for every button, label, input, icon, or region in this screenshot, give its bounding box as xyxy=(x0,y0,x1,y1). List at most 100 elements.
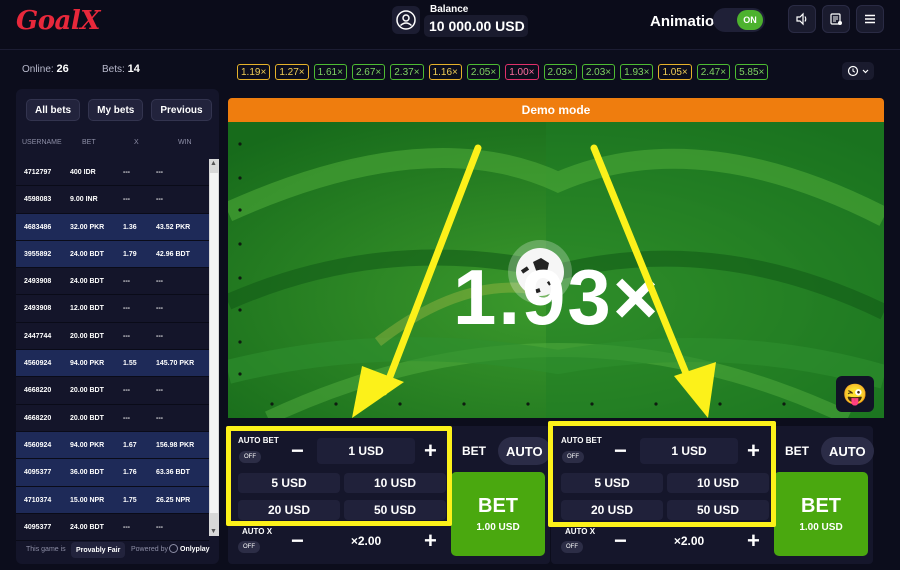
goalx-logo[interactable]: GoalX xyxy=(16,6,100,36)
footer-prefix: This game is xyxy=(26,546,66,553)
mode-bet-tab[interactable]: BET xyxy=(462,444,486,458)
cell-username: 4095377 xyxy=(24,469,52,477)
provably-fair-button[interactable]: Provably Fair xyxy=(71,542,126,558)
scroll-down-icon[interactable]: ▼ xyxy=(210,528,217,535)
history-multiplier-chip: 1.16× xyxy=(428,64,462,80)
demo-mode-banner: Demo mode xyxy=(228,98,884,122)
table-row: 4712797 400 IDR --- --- xyxy=(16,159,209,187)
cell-win: --- xyxy=(156,169,163,176)
bets-table-body: 4712797 400 IDR --- --- 4598083 9.00 INR --- --… xyxy=(16,159,209,542)
auto-x-decrease-button[interactable]: − xyxy=(291,528,304,554)
tab-previous[interactable]: Previous xyxy=(151,99,212,121)
cell-x: --- xyxy=(123,332,130,340)
mode-bet-tab[interactable]: BET xyxy=(785,444,809,458)
online-count: Online: 26 xyxy=(22,63,69,75)
auto-x-label: AUTO X xyxy=(242,527,273,536)
cell-win: 145.70 PKR xyxy=(156,360,195,368)
tab-all-bets[interactable]: All bets xyxy=(26,99,81,121)
cell-username: 4668220 xyxy=(24,414,52,422)
table-row: 4598083 9.00 INR --- --- xyxy=(16,186,209,214)
table-row: 2493908 24.00 BDT --- --- xyxy=(16,268,209,296)
auto-x-decrease-button[interactable]: − xyxy=(614,528,627,554)
panel-footer: This game is Provably Fair Powered by On… xyxy=(16,542,219,564)
cell-x: --- xyxy=(123,387,130,395)
auto-x-increase-button[interactable]: + xyxy=(747,528,760,554)
history-multiplier-chip: 2.67× xyxy=(351,64,386,80)
table-row: 4095377 24.00 BDT --- --- xyxy=(16,514,209,542)
tongue-face-icon: 😜 xyxy=(842,383,868,406)
cell-username: 4710374 xyxy=(24,496,52,504)
bets-scrollbar[interactable]: ▲ ▼ xyxy=(209,159,219,536)
user-avatar-icon[interactable] xyxy=(392,6,420,34)
cell-x: --- xyxy=(123,278,130,286)
mode-auto-tab[interactable]: AUTO xyxy=(821,437,874,465)
history-multiplier-chip: 2.47× xyxy=(696,64,731,80)
table-row: 3955892 24.00 BDT 1.79 42.96 BDT xyxy=(16,240,209,269)
history-multiplier-chip: 2.03× xyxy=(581,64,616,80)
column-bet: BET xyxy=(82,139,96,146)
rules-icon[interactable] xyxy=(822,5,850,33)
cell-username: 2493908 xyxy=(24,278,52,286)
cell-bet: 20.00 BDT xyxy=(70,332,104,340)
cell-username: 4560924 xyxy=(24,360,52,368)
cell-x: --- xyxy=(123,305,130,313)
mode-auto-tab[interactable]: AUTO xyxy=(498,437,551,465)
cell-bet: 32.00 PKR xyxy=(70,223,105,231)
bets-count: Bets: 14 xyxy=(102,63,140,75)
cell-bet: 9.00 INR xyxy=(70,196,98,204)
auto-x-increase-button[interactable]: + xyxy=(424,528,437,554)
cell-win: --- xyxy=(156,414,163,422)
scroll-up-icon[interactable]: ▲ xyxy=(210,160,217,167)
cell-win: 156.98 PKR xyxy=(156,441,195,449)
multiplier-history: 1.19× 1.27× 1.61× 2.67× 2.37× 1.16× 2.05× 1.00×… xyxy=(237,64,769,80)
cell-bet: 20.00 BDT xyxy=(70,414,104,422)
animation-toggle-state: ON xyxy=(737,10,763,30)
highlight-box-left xyxy=(226,426,452,526)
history-multiplier-chip: 1.61× xyxy=(313,64,347,80)
place-bet-button[interactable]: BET 1.00 USD xyxy=(774,472,868,556)
emoji-reaction-button[interactable]: 😜 xyxy=(836,376,874,412)
cell-x: --- xyxy=(123,414,130,422)
history-multiplier-chip: 2.05× xyxy=(466,64,501,80)
sound-icon[interactable] xyxy=(788,5,816,33)
cell-bet: 36.00 BDT xyxy=(70,469,104,477)
cell-win: --- xyxy=(156,387,163,395)
table-row: 4683486 32.00 PKR 1.36 43.52 PKR xyxy=(16,213,209,241)
footer-powered: Powered by xyxy=(131,546,168,553)
auto-x-value[interactable]: ×2.00 xyxy=(640,528,738,554)
animation-toggle[interactable]: ON xyxy=(713,8,765,32)
auto-x-toggle[interactable]: OFF xyxy=(238,541,260,553)
onlyplay-logo-icon xyxy=(169,544,178,553)
history-multiplier-chip: 2.37× xyxy=(390,64,424,80)
cell-x: 1.36 xyxy=(123,223,137,231)
online-value: 26 xyxy=(56,63,69,75)
cell-username: 4683486 xyxy=(24,223,52,231)
place-bet-button[interactable]: BET 1.00 USD xyxy=(451,472,545,556)
bets-tabs: All bets My bets Previous xyxy=(26,99,212,121)
history-toggle-button[interactable] xyxy=(842,62,874,80)
cell-bet: 12.00 BDT xyxy=(70,305,104,313)
current-multiplier: 1.93× xyxy=(453,253,661,341)
cell-username: 4560924 xyxy=(24,441,52,449)
cell-win: --- xyxy=(156,305,163,313)
cell-x: 1.79 xyxy=(123,250,137,258)
online-label: Online: xyxy=(22,64,54,75)
balance-value: 10 000.00 USD xyxy=(424,15,528,37)
cell-username: 2493908 xyxy=(24,305,52,313)
cell-bet: 400 IDR xyxy=(70,169,96,176)
table-row: 2447744 20.00 BDT --- --- xyxy=(16,323,209,351)
table-row: 4560924 94.00 PKR 1.67 156.98 PKR xyxy=(16,431,209,460)
auto-x-toggle[interactable]: OFF xyxy=(561,541,583,553)
tab-my-bets[interactable]: My bets xyxy=(88,99,144,121)
cell-win: 42.96 BDT xyxy=(156,250,190,258)
table-header: USERNAME BET X WIN xyxy=(16,137,209,153)
auto-x-label: AUTO X xyxy=(565,527,596,536)
column-username: USERNAME xyxy=(22,139,62,146)
menu-icon[interactable] xyxy=(856,5,884,33)
footer-brand: Onlyplay xyxy=(180,546,210,553)
history-multiplier-chip: 1.93× xyxy=(620,64,654,80)
auto-x-value[interactable]: ×2.00 xyxy=(317,528,415,554)
scrollbar-thumb[interactable] xyxy=(210,173,218,513)
cell-username: 2447744 xyxy=(24,332,52,340)
place-bet-label: BET xyxy=(801,495,841,517)
